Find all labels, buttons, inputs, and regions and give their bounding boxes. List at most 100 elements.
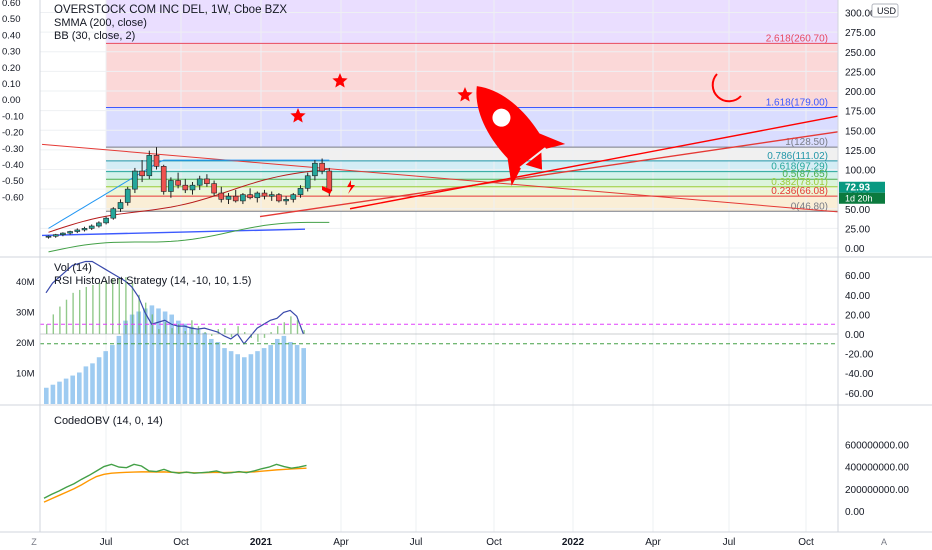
candle-body [276,194,282,202]
last-price-label: 72.93 [845,183,870,194]
fib-label: 0.236(66.08) [771,186,828,197]
volume-bar [169,314,174,404]
rsi-histo-bar [263,334,266,338]
volume-bar [182,323,188,404]
volume-bar [268,345,273,404]
rsi-histo-bar [257,334,259,342]
volume-bar [248,354,254,404]
candle-body [110,208,117,219]
candle-body [196,178,203,186]
candle-body [67,231,73,234]
candle-body [124,188,131,203]
volume-bar [235,354,240,404]
volume-tick-label: 20M [16,338,35,349]
volume-bar [63,378,69,404]
volume-bar [301,348,306,404]
volume-bar [90,363,95,404]
price-tick-label: 125.00 [845,146,876,157]
symbol-title[interactable]: OVERSTOCK COM INC DEL, 1W, Cboe BZX [54,4,287,17]
volume-bar [195,329,201,404]
time-tick-label: Oct [486,537,502,548]
time-tick-label: 2022 [562,537,585,548]
candle-body [139,170,145,177]
rsi-tick-label: 60.00 [845,271,870,282]
candle-body [81,228,88,231]
time-tick-label: Apr [333,537,349,548]
candle-body [232,195,239,202]
volume-bar [116,335,122,404]
rsi-histo-bar [105,280,107,334]
obv-tick-label: 0.00 [845,507,865,518]
left-tick-label: -0.30 [2,144,24,155]
price-tick-label: 150.00 [845,126,876,137]
fib-band [106,43,838,108]
rsi-histo-bar [197,326,200,334]
indicator-rsi[interactable]: RSI HistoAlert Strategy (14, -10, 10, 1.… [54,275,251,288]
candle-body [146,155,153,177]
price-tick-label: 300.00 [845,9,876,20]
indicator-vol[interactable]: Vol (14) [54,262,251,275]
rsi-histo-bar [65,299,68,334]
volume-bar [50,384,56,404]
indicator-smma[interactable]: SMMA (200, close) [54,17,287,30]
volume-bar [110,345,115,404]
price-tick-label: 175.00 [845,107,876,118]
rsi-histo-bar [237,326,239,334]
rsi-histo-bar [283,322,285,334]
rsi-tick-label: -60.00 [845,389,874,400]
rsi-tick-label: -20.00 [845,350,874,361]
rsi-tick-label: 0.00 [845,330,865,341]
fib-band [106,171,838,180]
volume-tick-label: 30M [16,308,35,319]
candle-body [132,170,138,190]
pane2-legend: Vol (14) RSI HistoAlert Strategy (14, -1… [54,262,251,288]
fib-label: 1.618(179.00) [766,97,828,108]
indicator-bb[interactable]: BB (30, close, 2) [54,30,287,43]
corner-left-label: Z [31,537,37,547]
left-tick-label: 0.30 [2,47,21,58]
volume-tick-label: 10M [16,369,35,380]
volume-tick-label: 40M [16,277,35,288]
left-tick-label: -0.20 [2,128,24,139]
volume-bar [294,345,300,404]
fib-band [106,107,838,148]
volume-bar [281,335,287,404]
left-tick-label: -0.10 [2,111,24,122]
rsi-histo-bar [230,334,233,337]
rsi-histo-bar [98,283,101,334]
volume-bar [44,387,49,404]
price-tick-label: 200.00 [845,87,876,98]
candle-body [88,225,95,229]
volume-bar [228,351,234,404]
candle-body [168,180,174,192]
candle-body [225,195,232,200]
left-tick-label: 0.10 [2,79,21,90]
left-tick-label: 0.60 [2,0,21,9]
candle-body [96,222,102,227]
rsi-tick-label: 40.00 [845,291,870,302]
candle-body [218,192,225,200]
left-tick-label: -0.50 [2,176,24,187]
rsi-histo-bar [191,320,193,334]
rsi-histo-bar [72,292,74,334]
obv-line [43,463,307,499]
obv-tick-label: 200000000.00 [845,485,909,496]
rsi-tick-label: -40.00 [845,369,874,380]
volume-bar [96,357,102,404]
rsi-histo-bar [290,316,292,334]
rsi-histo-bar [92,285,94,334]
candle-body [153,155,160,167]
candle-body [74,229,81,232]
candle-body [204,178,210,184]
candle-body [189,184,196,191]
rsi-histo-bar [184,331,186,334]
corner-right-label: A [881,537,887,547]
candle-body [297,188,304,195]
indicator-obv[interactable]: CodedOBV (14, 0, 14) [54,415,163,428]
candle-body [268,194,275,197]
obv-tick-label: 400000000.00 [845,463,909,474]
fib-band [106,160,838,172]
candle-body [326,170,333,192]
rsi-histo-bar [164,322,167,334]
rsi-histo-bar [131,283,134,334]
